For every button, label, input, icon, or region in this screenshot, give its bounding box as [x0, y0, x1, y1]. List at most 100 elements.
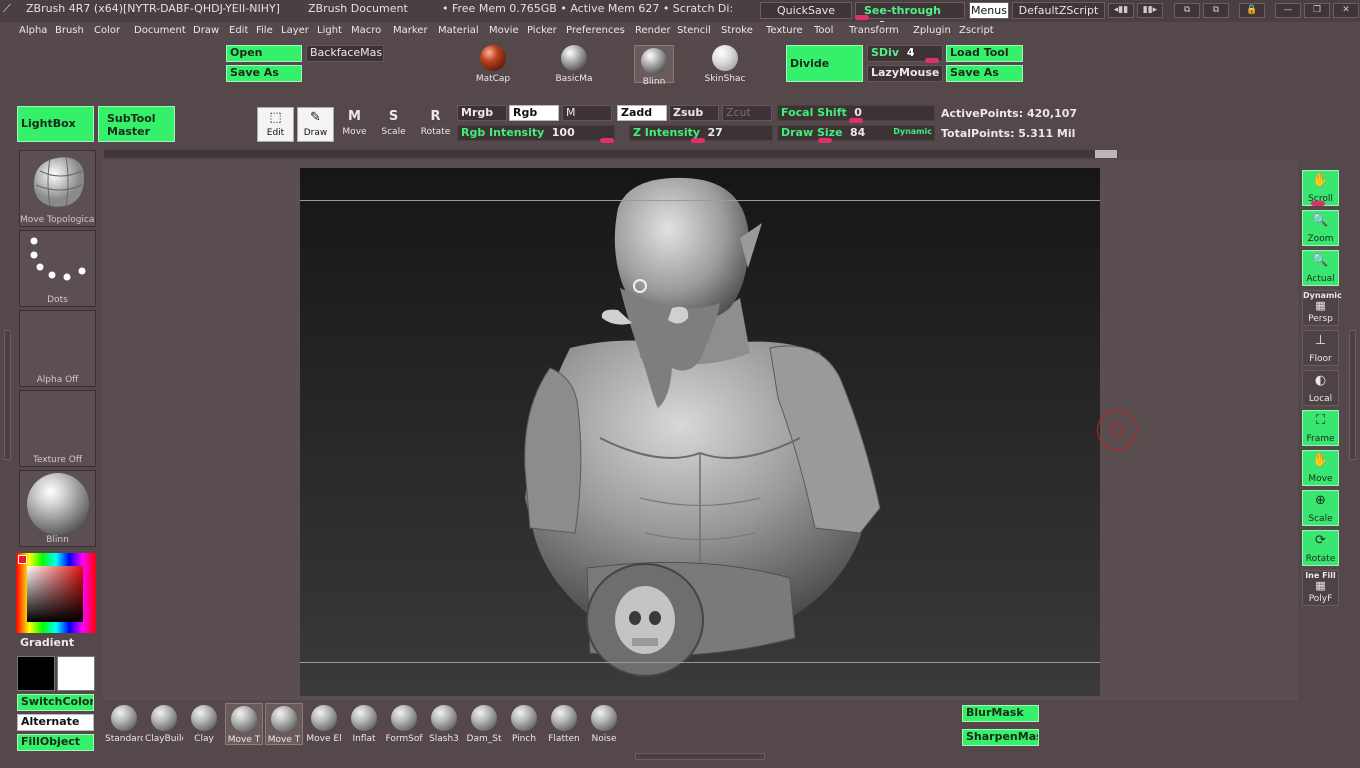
m-button[interactable]: M [562, 105, 612, 121]
brush-flatten[interactable]: Flatten [545, 703, 583, 745]
rgb-button[interactable]: Rgb [509, 105, 559, 121]
alternate-button[interactable]: Alternate [17, 714, 94, 731]
menu-zplugin[interactable]: Zplugin [913, 25, 951, 36]
zsub-button[interactable]: Zsub [669, 105, 719, 121]
zadd-button[interactable]: Zadd [617, 105, 667, 121]
perspective-button[interactable]: Dynamic ▦ Persp [1302, 290, 1342, 326]
subtool-master-button[interactable]: SubTool Master [98, 106, 175, 142]
menu-color[interactable]: Color [94, 25, 120, 36]
sdiv-handle[interactable] [925, 58, 939, 63]
brush-clay[interactable]: Clay [185, 703, 223, 745]
see-through-slider[interactable]: See-through 0 [855, 2, 965, 32]
minimize-icon[interactable]: — [1275, 3, 1301, 18]
alpha-thumbnail[interactable]: Alpha Off [19, 310, 96, 387]
menu-layer[interactable]: Layer [281, 25, 309, 36]
scale-view-button[interactable]: ⊕ Scale [1302, 490, 1339, 526]
open-button[interactable]: Open [226, 45, 302, 62]
backface-mask-button[interactable]: BackfaceMas [306, 45, 384, 62]
texture-thumbnail[interactable]: Texture Off [19, 390, 96, 467]
brush-thumbnail[interactable]: Move Topological [19, 150, 96, 227]
color-picker-square[interactable] [27, 566, 83, 622]
draw-size-handle[interactable] [818, 138, 832, 143]
color-picker-hue-ring[interactable] [16, 553, 96, 633]
actual-size-button[interactable]: 🔍 Actual [1302, 250, 1339, 286]
color-picker-marker[interactable] [18, 555, 27, 564]
divide-button[interactable]: Divide [786, 45, 863, 82]
menu-transform[interactable]: Transform [849, 25, 899, 36]
rotate-view-button[interactable]: ⟳ Rotate [1302, 530, 1339, 566]
scroll-left-icon[interactable]: ◂▮▮ [1108, 3, 1134, 18]
brush-move-topological[interactable]: Move T [225, 703, 263, 745]
draw-size-slider[interactable]: Draw Size 84 Dynamic [777, 125, 935, 141]
menu-light[interactable]: Light [317, 25, 342, 36]
zoom-view-button[interactable]: 🔍 Zoom [1302, 210, 1339, 246]
lock-icon[interactable]: 🔒 [1239, 3, 1265, 18]
horizontal-scroll-track[interactable] [104, 150, 1118, 158]
menu-document[interactable]: Document [134, 25, 186, 36]
scroll-right-icon[interactable]: ▮▮▸ [1137, 3, 1163, 18]
brush-claybuildup[interactable]: ClayBuilc [145, 703, 183, 745]
menu-picker[interactable]: Picker [527, 25, 557, 36]
menu-draw[interactable]: Draw [193, 25, 219, 36]
right-tray-handle[interactable] [1349, 330, 1356, 460]
z-intensity-handle[interactable] [691, 138, 705, 143]
switch-color-button[interactable]: SwitchColor [17, 694, 94, 711]
zcut-button[interactable]: Zcut [722, 105, 772, 121]
menu-zscript[interactable]: Zscript [959, 25, 994, 36]
stroke-thumbnail[interactable]: Dots [19, 230, 96, 307]
edit-mode-button[interactable]: ⬚ Edit [257, 107, 294, 142]
secondary-color-swatch[interactable] [57, 656, 95, 691]
close-icon[interactable]: ✕ [1333, 3, 1359, 18]
menu-file[interactable]: File [256, 25, 273, 36]
menu-render[interactable]: Render [635, 25, 671, 36]
menu-material[interactable]: Material [438, 25, 479, 36]
rgb-intensity-handle[interactable] [600, 138, 614, 143]
focal-shift-handle[interactable] [849, 118, 863, 123]
local-button[interactable]: ◐ Local [1302, 370, 1339, 406]
menus-button[interactable]: Menus [969, 2, 1009, 19]
menu-preferences[interactable]: Preferences [566, 25, 625, 36]
viewport-canvas[interactable] [300, 168, 1100, 696]
menu-alpha[interactable]: Alpha [19, 25, 47, 36]
default-zscript-button[interactable]: DefaultZScript [1012, 2, 1105, 19]
polyframe-button[interactable]: Ine Fill ▦ PolyF [1302, 570, 1339, 606]
material-thumbnail[interactable]: Blinn [19, 470, 96, 547]
mrgb-button[interactable]: Mrgb [457, 105, 507, 121]
dynamic-toggle[interactable]: Dynamic [893, 127, 932, 136]
brush-move-elastic[interactable]: Move El [305, 703, 343, 745]
menu-tool[interactable]: Tool [814, 25, 833, 36]
menu-edit[interactable]: Edit [229, 25, 248, 36]
sharpen-mask-button[interactable]: SharpenMask [962, 729, 1039, 746]
scroll-handle[interactable] [1311, 201, 1325, 206]
left-tray-handle[interactable] [4, 330, 11, 460]
maximize-icon[interactable]: ❐ [1304, 3, 1330, 18]
brush-dam-standard[interactable]: Dam_St [465, 703, 503, 745]
horizontal-scroll-thumb[interactable] [1095, 150, 1117, 158]
gradient-label[interactable]: Gradient [20, 636, 74, 649]
load-tool-button[interactable]: Load Tool [946, 45, 1023, 62]
layout-alt-icon[interactable]: ⧉ [1203, 3, 1229, 18]
save-as-tool-button[interactable]: Save As [946, 65, 1023, 82]
move-view-button[interactable]: ✋ Move [1302, 450, 1339, 486]
menu-stencil[interactable]: Stencil [677, 25, 711, 36]
brush-noise[interactable]: Noise [585, 703, 623, 745]
brush-pinch[interactable]: Pinch [505, 703, 543, 745]
layout-icon[interactable]: ⧉ [1174, 3, 1200, 18]
brush-slash3[interactable]: Slash3 [425, 703, 463, 745]
brush-formsoft[interactable]: FormSof [385, 703, 423, 745]
basic-material[interactable]: BasicMa [554, 45, 594, 84]
move-mode-button[interactable]: M Move [336, 107, 373, 142]
lightbox-button[interactable]: LightBox [17, 106, 94, 142]
fill-object-button[interactable]: FillObject [17, 734, 94, 751]
menu-macro[interactable]: Macro [351, 25, 381, 36]
rgb-intensity-slider[interactable]: Rgb Intensity 100 [457, 125, 615, 141]
save-as-button[interactable]: Save As [226, 65, 302, 82]
see-through-handle[interactable] [855, 15, 869, 20]
bottom-tray-handle[interactable] [635, 753, 765, 760]
blinn-material[interactable]: Blinn [634, 45, 674, 87]
menu-brush[interactable]: Brush [55, 25, 84, 36]
quicksave-button[interactable]: QuickSave [760, 2, 852, 19]
brush-move-topological-2[interactable]: Move T [265, 703, 303, 745]
rotate-mode-button[interactable]: R Rotate [417, 107, 454, 142]
skinshade-material[interactable]: SkinShac [704, 45, 746, 84]
